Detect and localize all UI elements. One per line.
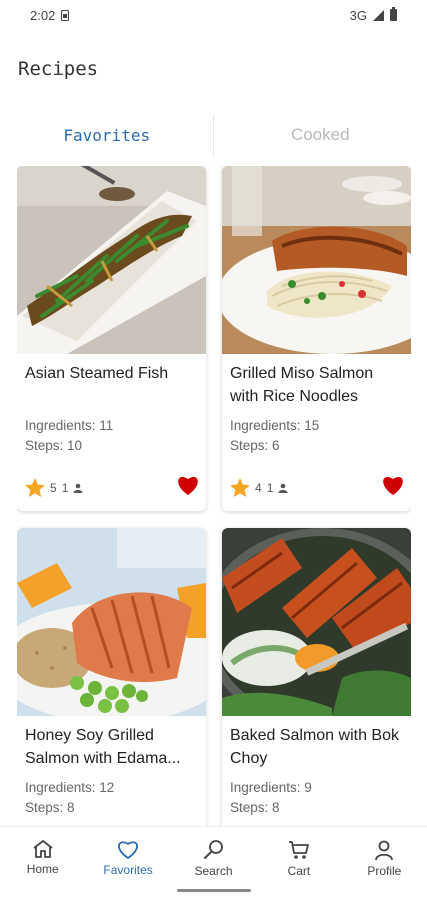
recipe-name: Asian Steamed Fish bbox=[25, 365, 169, 382]
recipe-ingredients: Ingredients: 12 bbox=[25, 780, 115, 795]
favorite-heart-icon[interactable] bbox=[176, 474, 200, 496]
nav-favorites[interactable]: Favorites bbox=[85, 827, 170, 900]
profile-icon bbox=[375, 840, 394, 861]
recipe-name: Baked Salmon with Bok Choy bbox=[230, 727, 399, 767]
recipe-ingredients: Ingredients: 11 bbox=[25, 418, 114, 433]
tab-favorites[interactable]: Favorites bbox=[0, 114, 214, 156]
nav-home[interactable]: Home bbox=[0, 827, 85, 900]
tab-divider bbox=[213, 114, 214, 156]
recipe-image-miso-salmon bbox=[222, 166, 411, 354]
recipe-steps: Steps: 8 bbox=[25, 800, 75, 815]
recipe-card[interactable]: Baked Salmon with Bok Choy Ingredients: … bbox=[222, 528, 411, 826]
home-icon bbox=[33, 840, 53, 858]
nav-profile[interactable]: Profile bbox=[342, 827, 427, 900]
people-count: 1 bbox=[266, 480, 274, 495]
status-bar: 2:02 3G bbox=[0, 0, 427, 30]
nav-search-label: Search bbox=[194, 864, 233, 878]
rating-value: 5 bbox=[50, 480, 57, 495]
heart-icon bbox=[118, 841, 139, 859]
recipe-image-baked-salmon bbox=[222, 528, 411, 716]
nav-favorites-label: Favorites bbox=[103, 863, 153, 877]
cart-icon bbox=[288, 841, 309, 859]
recipe-steps: Steps: 6 bbox=[230, 438, 280, 453]
recipe-image-steamed-fish bbox=[17, 166, 206, 354]
rating-value: 4 bbox=[255, 480, 262, 495]
recipe-name: Grilled Miso Salmon with Rice Noodles bbox=[230, 365, 374, 405]
recipe-name: Honey Soy Grilled Salmon with Edama... bbox=[25, 727, 181, 767]
star-icon bbox=[25, 478, 45, 497]
home-indicator bbox=[177, 889, 251, 892]
status-time: 2:02 bbox=[30, 7, 56, 23]
network-type: 3G bbox=[349, 7, 367, 23]
person-icon bbox=[278, 483, 288, 493]
people-count: 1 bbox=[61, 480, 69, 495]
recipe-ingredients: Ingredients: 9 bbox=[230, 780, 312, 795]
nav-home-label: Home bbox=[26, 862, 59, 876]
signal-icon bbox=[373, 9, 384, 21]
person-icon bbox=[73, 483, 83, 493]
recipe-meta: 4 1 bbox=[230, 478, 288, 497]
sim-icon bbox=[61, 9, 70, 21]
recipe-steps: Steps: 10 bbox=[25, 438, 83, 453]
recipe-card[interactable]: Asian Steamed Fish Ingredients: 11 Steps… bbox=[17, 166, 206, 511]
tab-cooked[interactable]: Cooked bbox=[214, 114, 427, 156]
recipe-card[interactable]: Honey Soy Grilled Salmon with Edama... I… bbox=[17, 528, 206, 826]
recipe-card[interactable]: Grilled Miso Salmon with Rice Noodles In… bbox=[222, 166, 411, 511]
tab-bar: Favorites Cooked bbox=[0, 114, 427, 156]
recipe-meta: 5 1 bbox=[25, 478, 83, 497]
favorite-heart-icon[interactable] bbox=[381, 474, 405, 496]
nav-cart-label: Cart bbox=[287, 864, 311, 878]
star-icon bbox=[230, 478, 250, 497]
recipe-grid: Asian Steamed Fish Ingredients: 11 Steps… bbox=[17, 166, 411, 826]
recipe-ingredients: Ingredients: 15 bbox=[230, 418, 320, 433]
bottom-nav: Home Favorites Search Cart Profile bbox=[0, 826, 427, 900]
page-title: Recipes bbox=[18, 58, 99, 80]
recipe-steps: Steps: 8 bbox=[230, 800, 280, 815]
search-icon bbox=[203, 840, 223, 859]
battery-icon bbox=[390, 7, 397, 21]
recipe-image-honey-soy-salmon bbox=[17, 528, 206, 716]
nav-profile-label: Profile bbox=[367, 864, 402, 878]
nav-cart[interactable]: Cart bbox=[256, 827, 341, 900]
